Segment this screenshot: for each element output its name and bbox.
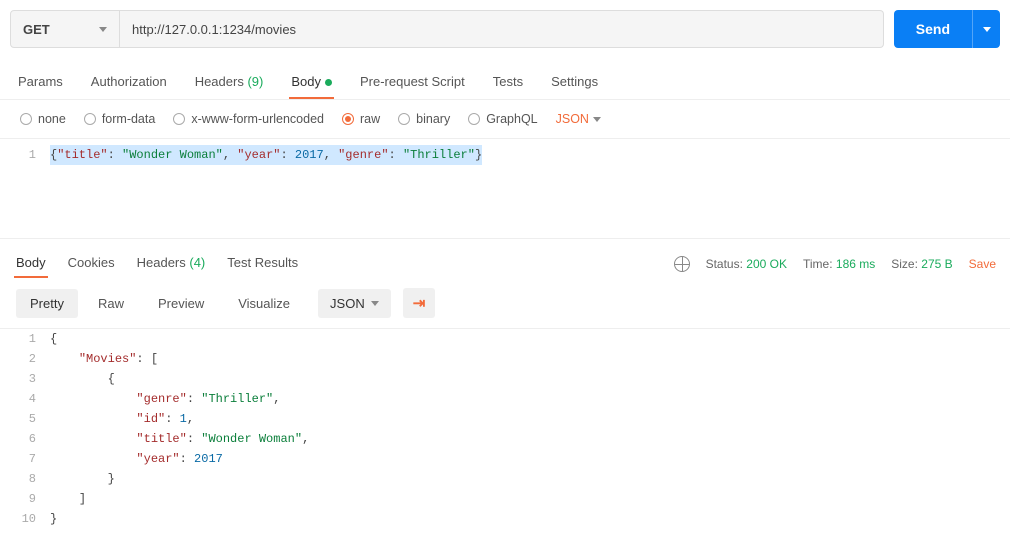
format-label: JSON: [330, 296, 365, 311]
resp-tab-headers[interactable]: Headers (4): [135, 249, 208, 278]
radio-none[interactable]: none: [20, 112, 66, 126]
line-number: 7: [0, 449, 50, 469]
radio-icon: [20, 113, 32, 125]
radio-xwww[interactable]: x-www-form-urlencoded: [173, 112, 324, 126]
radio-label: raw: [360, 112, 380, 126]
line-number: 4: [0, 389, 50, 409]
save-response-button[interactable]: Save: [969, 257, 996, 271]
resp-headers-count: (4): [189, 255, 205, 270]
tab-tests[interactable]: Tests: [491, 66, 525, 99]
size-meta: Size: 275 B: [891, 257, 952, 271]
response-format-select[interactable]: JSON: [318, 289, 391, 318]
radio-label: binary: [416, 112, 450, 126]
code-line: "genre": "Thriller",: [50, 389, 1010, 409]
tab-headers[interactable]: Headers (9): [193, 66, 266, 99]
headers-count: (9): [247, 74, 263, 89]
chevron-down-icon: [983, 27, 991, 32]
tab-settings[interactable]: Settings: [549, 66, 600, 99]
chevron-down-icon: [593, 117, 601, 122]
wrap-lines-button[interactable]: ⇥: [403, 288, 436, 318]
resp-headers-label: Headers: [137, 255, 186, 270]
method-select[interactable]: GET: [10, 10, 120, 48]
tab-params[interactable]: Params: [16, 66, 65, 99]
radio-graphql[interactable]: GraphQL: [468, 112, 537, 126]
tab-headers-label: Headers: [195, 74, 244, 89]
raw-format-select[interactable]: JSON: [556, 112, 601, 126]
tab-body[interactable]: Body: [289, 66, 334, 99]
radio-icon: [468, 113, 480, 125]
code-line: ]: [50, 489, 1010, 509]
view-preview[interactable]: Preview: [144, 289, 218, 318]
chevron-down-icon: [99, 27, 107, 32]
code-line: "Movies": [: [50, 349, 1010, 369]
code-line: {: [50, 369, 1010, 389]
line-number: 9: [0, 489, 50, 509]
code-line: {: [50, 329, 1010, 349]
time-meta: Time: 186 ms: [803, 257, 875, 271]
radio-label: GraphQL: [486, 112, 537, 126]
url-input[interactable]: [120, 10, 884, 48]
code-line: "id": 1,: [50, 409, 1010, 429]
code-line: }: [50, 509, 1010, 529]
resp-tab-body[interactable]: Body: [14, 249, 48, 278]
radio-icon: [173, 113, 185, 125]
code-line: "title": "Wonder Woman",: [50, 429, 1010, 449]
code-line: }: [50, 469, 1010, 489]
line-number: 3: [0, 369, 50, 389]
resp-tab-cookies[interactable]: Cookies: [66, 249, 117, 278]
tab-body-label: Body: [291, 74, 321, 89]
code-line: {"title": "Wonder Woman", "year": 2017, …: [50, 145, 1010, 165]
line-number: 1: [0, 329, 50, 349]
radio-binary[interactable]: binary: [398, 112, 450, 126]
radio-label: x-www-form-urlencoded: [191, 112, 324, 126]
resp-tab-tests[interactable]: Test Results: [225, 249, 300, 278]
radio-icon: [342, 113, 354, 125]
view-pretty[interactable]: Pretty: [16, 289, 78, 318]
radio-icon: [398, 113, 410, 125]
radio-formdata[interactable]: form-data: [84, 112, 156, 126]
view-visualize[interactable]: Visualize: [224, 289, 304, 318]
line-number: 5: [0, 409, 50, 429]
status-meta: Status: 200 OK: [706, 257, 787, 271]
line-number: 1: [0, 145, 50, 165]
dot-indicator-icon: [325, 79, 332, 86]
response-body-viewer[interactable]: 1{ 2 "Movies": [ 3 { 4 "genre": "Thrille…: [0, 328, 1010, 539]
tab-prerequest[interactable]: Pre-request Script: [358, 66, 467, 99]
radio-raw[interactable]: raw: [342, 112, 380, 126]
raw-format-label: JSON: [556, 112, 589, 126]
radio-icon: [84, 113, 96, 125]
line-number: 10: [0, 509, 50, 529]
code-line: "year": 2017: [50, 449, 1010, 469]
request-body-editor[interactable]: 1 {"title": "Wonder Woman", "year": 2017…: [0, 138, 1010, 238]
line-number: 2: [0, 349, 50, 369]
chevron-down-icon: [371, 301, 379, 306]
send-dropdown[interactable]: [972, 10, 1000, 48]
wrap-icon: ⇥: [413, 295, 426, 312]
view-raw[interactable]: Raw: [84, 289, 138, 318]
radio-label: none: [38, 112, 66, 126]
line-number: 6: [0, 429, 50, 449]
globe-icon[interactable]: [674, 256, 690, 272]
line-number: 8: [0, 469, 50, 489]
tab-authorization[interactable]: Authorization: [89, 66, 169, 99]
send-button[interactable]: Send: [894, 10, 972, 48]
method-label: GET: [23, 22, 50, 37]
radio-label: form-data: [102, 112, 156, 126]
